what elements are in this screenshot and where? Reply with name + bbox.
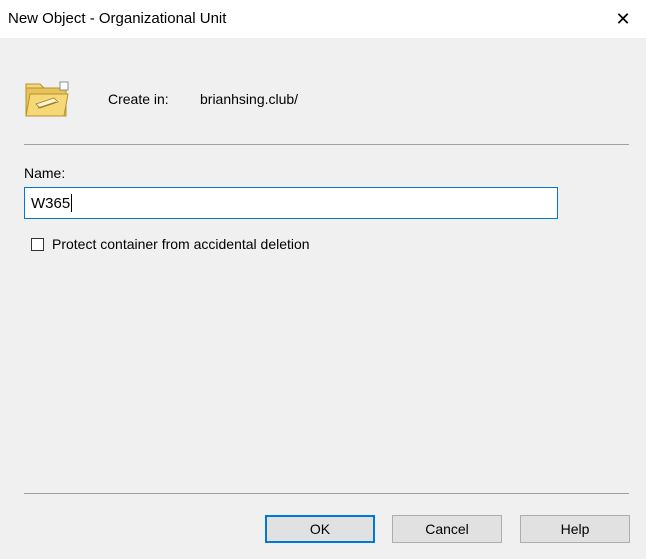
help-button[interactable]: Help — [520, 515, 630, 543]
protect-checkbox-row[interactable]: Protect container from accidental deleti… — [31, 236, 310, 252]
name-label: Name: — [24, 165, 66, 181]
separator-top — [24, 144, 629, 145]
title-bar: New Object - Organizational Unit ✕ — [0, 0, 646, 38]
separator-bottom — [24, 493, 629, 494]
create-in-value: brianhsing.club/ — [200, 91, 299, 107]
folder-icon — [24, 80, 72, 120]
cancel-button[interactable]: Cancel — [392, 515, 502, 543]
window-title: New Object - Organizational Unit — [8, 10, 227, 27]
close-icon: ✕ — [615, 8, 631, 29]
protect-checkbox-label: Protect container from accidental deleti… — [52, 236, 310, 252]
close-button[interactable]: ✕ — [600, 0, 646, 38]
name-input[interactable]: W365 — [24, 187, 558, 219]
ok-button[interactable]: OK — [265, 515, 375, 543]
text-caret — [71, 194, 73, 212]
name-input-value: W365 — [31, 194, 71, 212]
create-in-label: Create in: — [108, 91, 169, 107]
protect-checkbox[interactable] — [31, 237, 44, 251]
